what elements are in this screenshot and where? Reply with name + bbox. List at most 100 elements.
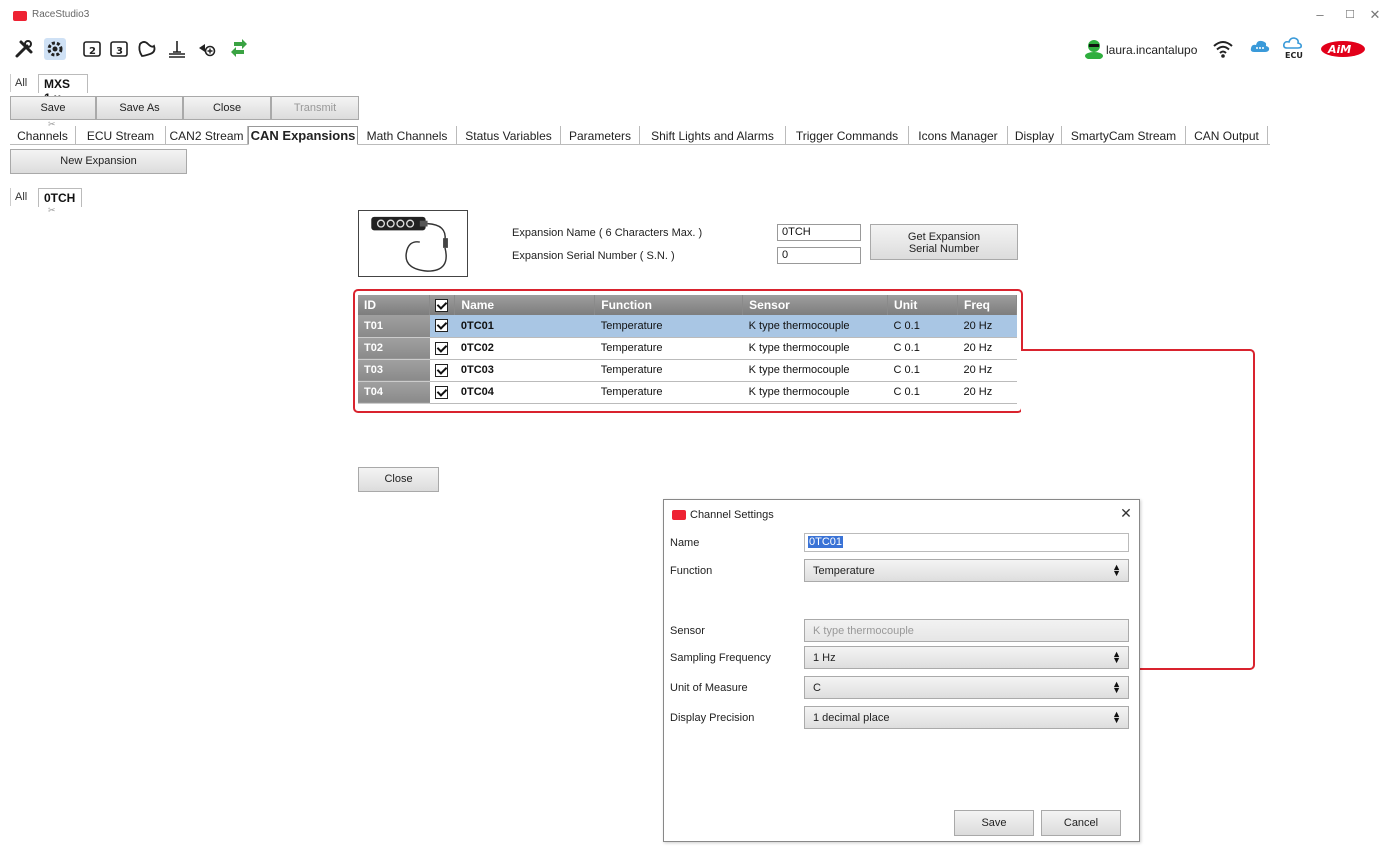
unit-of-measure-label: Unit of Measure bbox=[670, 682, 748, 694]
app-logo-icon bbox=[13, 11, 27, 21]
tab-display[interactable]: Display bbox=[1008, 126, 1062, 145]
tab-icons-manager[interactable]: Icons Manager bbox=[909, 126, 1008, 145]
table-row[interactable]: T01 0TC01 Temperature K type thermocoupl… bbox=[358, 315, 1017, 338]
expansion-name-input[interactable]: 0TCH bbox=[777, 224, 861, 241]
dialog-save-button[interactable]: Save bbox=[954, 810, 1034, 836]
function-select[interactable]: Temperature ▲ ▼ bbox=[804, 559, 1129, 582]
tab-ecu-stream[interactable]: ECU Stream bbox=[76, 126, 166, 145]
row-id: T03 bbox=[358, 359, 430, 382]
maximize-button[interactable]: ☐ bbox=[1339, 6, 1361, 24]
tab-shift-lights-alarms[interactable]: Shift Lights and Alarms bbox=[640, 126, 786, 145]
aim-logo: AiM bbox=[1320, 40, 1366, 58]
header-sensor[interactable]: Sensor bbox=[742, 295, 889, 315]
table-header-row: ID Name Function Sensor Unit Freq bbox=[358, 295, 1018, 315]
main-tab-bar: Channels ECU Stream CAN2 Stream CAN Expa… bbox=[10, 126, 1270, 145]
tab-can-output[interactable]: CAN Output bbox=[1186, 126, 1268, 145]
tab-close-icon[interactable]: ✂ bbox=[48, 205, 56, 215]
tab-status-variables[interactable]: Status Variables bbox=[457, 126, 561, 145]
tab-channels[interactable]: Channels bbox=[10, 126, 76, 145]
wrench-icon[interactable] bbox=[13, 38, 35, 60]
row-name: 0TC04 bbox=[454, 381, 595, 404]
row-enable-checkbox[interactable] bbox=[434, 319, 448, 333]
close-expansion-button[interactable]: Close bbox=[358, 467, 439, 492]
table-row[interactable]: T03 0TC03 Temperature K type thermocoupl… bbox=[358, 359, 1017, 382]
row-freq: 20 Hz bbox=[957, 337, 1017, 360]
sampling-frequency-value: 1 Hz bbox=[813, 652, 836, 664]
sampling-frequency-select[interactable]: 1 Hz ▲ ▼ bbox=[804, 646, 1129, 669]
save-as-button[interactable]: Save As bbox=[96, 96, 183, 120]
header-name[interactable]: Name bbox=[454, 295, 596, 315]
row-id: T04 bbox=[358, 381, 430, 404]
dialog-close-button[interactable]: ✕ bbox=[1117, 505, 1135, 522]
sensor-value: K type thermocouple bbox=[813, 625, 914, 637]
add-device-icon[interactable] bbox=[196, 38, 218, 60]
row-freq: 20 Hz bbox=[957, 381, 1017, 404]
tab-can2-stream[interactable]: CAN2 Stream bbox=[166, 126, 248, 145]
expansion-name-label: Expansion Name ( 6 Characters Max. ) bbox=[512, 227, 703, 239]
row-enable-cell bbox=[429, 337, 455, 360]
transfer-icon[interactable] bbox=[228, 38, 250, 60]
get-serial-line2: Serial Number bbox=[908, 243, 980, 255]
row-freq: 20 Hz bbox=[957, 359, 1017, 382]
select-arrows-icon: ▲ ▼ bbox=[1112, 679, 1121, 695]
user-name[interactable]: laura.incantalupo bbox=[1106, 43, 1197, 57]
close-config-button[interactable]: Close bbox=[183, 96, 271, 120]
cloud-icon[interactable] bbox=[1250, 39, 1270, 55]
transmit-button[interactable]: Transmit bbox=[271, 96, 359, 120]
channels-table: ID Name Function Sensor Unit Freq T01 0T… bbox=[358, 295, 1018, 404]
doc-tab-all[interactable]: All bbox=[10, 74, 31, 92]
terrain-icon[interactable] bbox=[166, 38, 188, 60]
expansion-serial-input[interactable]: 0 bbox=[777, 247, 861, 264]
unit-of-measure-select[interactable]: C ▲ ▼ bbox=[804, 676, 1129, 699]
wifi-icon[interactable] bbox=[1212, 39, 1234, 59]
minimize-button[interactable]: – bbox=[1309, 6, 1331, 24]
header-id[interactable]: ID bbox=[358, 295, 431, 315]
channel-name-input[interactable]: 0TC01 bbox=[804, 533, 1129, 552]
enable-all-checkbox[interactable] bbox=[435, 299, 449, 313]
table-row[interactable]: T04 0TC04 Temperature K type thermocoupl… bbox=[358, 381, 1017, 404]
channel-settings-dialog: Channel Settings ✕ Name 0TC01 Function T… bbox=[663, 499, 1140, 842]
header-freq[interactable]: Freq bbox=[957, 295, 1018, 315]
tab-smartycam-stream[interactable]: SmartyCam Stream bbox=[1062, 126, 1186, 145]
tab-math-channels[interactable]: Math Channels bbox=[358, 126, 457, 145]
row-function: Temperature bbox=[594, 359, 743, 382]
function-label: Function bbox=[670, 565, 713, 577]
row-unit: C 0.1 bbox=[887, 359, 958, 382]
save-button[interactable]: Save bbox=[10, 96, 96, 120]
tab-trigger-commands[interactable]: Trigger Commands bbox=[786, 126, 909, 145]
display-precision-select[interactable]: 1 decimal place ▲ ▼ bbox=[804, 706, 1129, 729]
table-row[interactable]: T02 0TC02 Temperature K type thermocoupl… bbox=[358, 337, 1017, 360]
gear-icon[interactable] bbox=[44, 38, 66, 60]
expansion-serial-label: Expansion Serial Number ( S.N. ) bbox=[512, 250, 675, 262]
tab-can-expansions[interactable]: CAN Expansions bbox=[248, 126, 358, 145]
sensor-label: Sensor bbox=[670, 625, 705, 637]
row-enable-checkbox[interactable] bbox=[434, 385, 448, 399]
track-icon[interactable] bbox=[136, 38, 158, 60]
header-unit[interactable]: Unit bbox=[887, 295, 958, 315]
row-function: Temperature bbox=[594, 381, 743, 404]
dashboard-3-icon[interactable]: 3 bbox=[108, 38, 130, 60]
row-name: 0TC03 bbox=[454, 359, 595, 382]
row-enable-checkbox[interactable] bbox=[434, 363, 448, 377]
row-enable-cell bbox=[429, 315, 455, 338]
header-function[interactable]: Function bbox=[594, 295, 744, 315]
doc-tab-mxs-strada[interactable]: MXS 1.x Strada✂ bbox=[38, 74, 89, 129]
tab-parameters[interactable]: Parameters bbox=[561, 126, 640, 145]
display-precision-label: Display Precision bbox=[670, 712, 755, 724]
dashboard-2-icon[interactable]: 2 bbox=[81, 38, 103, 60]
get-serial-number-button[interactable]: Get Expansion Serial Number bbox=[870, 224, 1018, 260]
function-value: Temperature bbox=[813, 565, 875, 577]
dialog-cancel-button[interactable]: Cancel bbox=[1041, 810, 1121, 836]
title-bar bbox=[0, 0, 1388, 28]
row-sensor: K type thermocouple bbox=[742, 381, 888, 404]
header-enable-all[interactable] bbox=[429, 295, 456, 315]
row-enable-checkbox[interactable] bbox=[434, 341, 448, 355]
ecu-cloud-icon[interactable]: ECU bbox=[1282, 37, 1304, 61]
expansion-tab-all[interactable]: All bbox=[10, 188, 31, 206]
expansion-tab-0tch[interactable]: 0TCH✂ bbox=[38, 188, 83, 215]
close-window-button[interactable]: ✕ bbox=[1364, 6, 1386, 24]
user-avatar-icon[interactable] bbox=[1084, 39, 1104, 60]
row-freq: 20 Hz bbox=[957, 315, 1017, 338]
svg-text:3: 3 bbox=[116, 46, 123, 57]
new-expansion-button[interactable]: New Expansion bbox=[10, 149, 187, 174]
